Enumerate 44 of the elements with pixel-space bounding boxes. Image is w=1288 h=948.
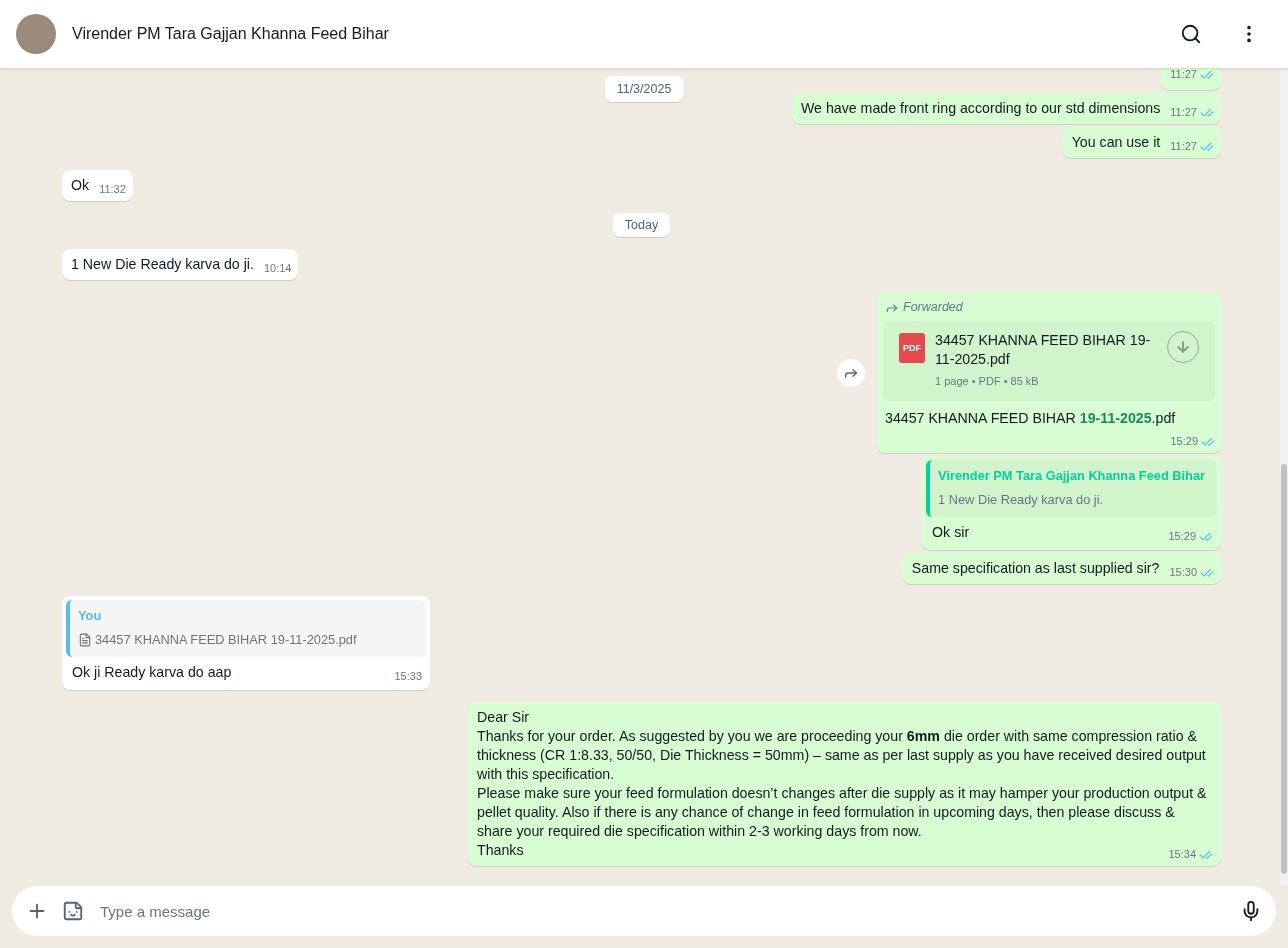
forward-button[interactable] <box>837 358 865 387</box>
quote-author: You <box>78 607 103 625</box>
message-time: 11:27 <box>1170 68 1214 84</box>
file-name: 34457 KHANNA FEED BIHAR 19-11-2025.pdf <box>935 331 1152 369</box>
message-text: Ok sir <box>932 523 970 542</box>
message-input-field[interactable]: Type a message <box>12 886 1276 936</box>
date-chip: Today <box>612 213 671 237</box>
quote-author: Virender PM Tara Gajjan Khanna Feed Bihar <box>938 467 1205 485</box>
message-text: 34457 KHANNA FEED BIHAR 19-11-2025.pdf <box>885 409 1177 428</box>
message-text: Ok ji Ready karva do aap <box>72 663 232 682</box>
message-text: We have made front ring according to our std dimensions <box>800 99 1161 118</box>
search-icon[interactable] <box>1180 23 1202 45</box>
message-time: 11:32 <box>99 182 126 197</box>
message-time: 15:33 <box>394 669 422 684</box>
file-meta: 1 page • PDF • 85 kB <box>935 374 1040 389</box>
message-time: 11:27 <box>1170 103 1214 122</box>
message-time: 11:27 <box>1170 137 1214 156</box>
contact-name[interactable]: Virender PM Tara Gajjan Khanna Feed Bihar <box>72 25 1148 43</box>
message-time: 15:29 <box>1170 432 1215 451</box>
message-text: 1 New Die Ready karva do ji. <box>71 255 254 274</box>
message-text: Same specification as last supplied sir? <box>911 559 1160 578</box>
message-text: Dear Sir <box>477 708 531 727</box>
date-chip: 11/3/2025 <box>604 76 684 102</box>
message-time: 10:14 <box>263 261 292 276</box>
message-text: Please make sure your feed formulation doesn’t changes after die supply as it may hamper your production output & pellet quality. Also if there is any chance of change in feed formulation in upcoming days, then please discuss & share your required die specification within 2-3 working days from now. <box>477 784 1208 841</box>
document-icon <box>78 632 92 647</box>
message-text: Thanks for your order. As suggested by you we are proceeding your 6mm die order with same compression ratio & thickness (CR 1:8.33, 50/50, Die Thickness = 50mm) – same as per last supply as you have received desired output with this specification. <box>477 727 1207 784</box>
message-time: 15:29 <box>1168 527 1213 546</box>
message-time: 15:30 <box>1169 563 1214 582</box>
pdf-file-icon: PDF <box>899 333 925 363</box>
quoted-message[interactable]: You 34457 KHANNA FEED BIHAR 19-11-2025.pdf <box>66 600 426 657</box>
document-card[interactable]: PDF 34457 KHANNA FEED BIHAR 19-11-2025.pdf 1 page • PDF • 85 kB <box>883 321 1215 401</box>
message-text: You can use it <box>1071 133 1161 152</box>
forwarded-label: Forwarded <box>903 299 963 316</box>
quoted-message[interactable]: Virender PM Tara Gajjan Khanna Feed Bihar 1 New Die Ready karva do ji. <box>926 460 1217 517</box>
contact-avatar[interactable] <box>16 14 56 54</box>
sticker-icon[interactable] <box>62 900 84 922</box>
message-text: Thanks <box>477 841 524 860</box>
quote-text: 1 New Die Ready karva do ji. <box>938 491 1104 509</box>
message-time: 15:34 <box>1168 845 1213 864</box>
quote-text: 34457 KHANNA FEED BIHAR 19-11-2025.pdf <box>95 631 357 649</box>
download-icon <box>1175 339 1191 355</box>
message-text: Ok <box>71 176 90 195</box>
scrollbar[interactable] <box>1280 68 1288 886</box>
